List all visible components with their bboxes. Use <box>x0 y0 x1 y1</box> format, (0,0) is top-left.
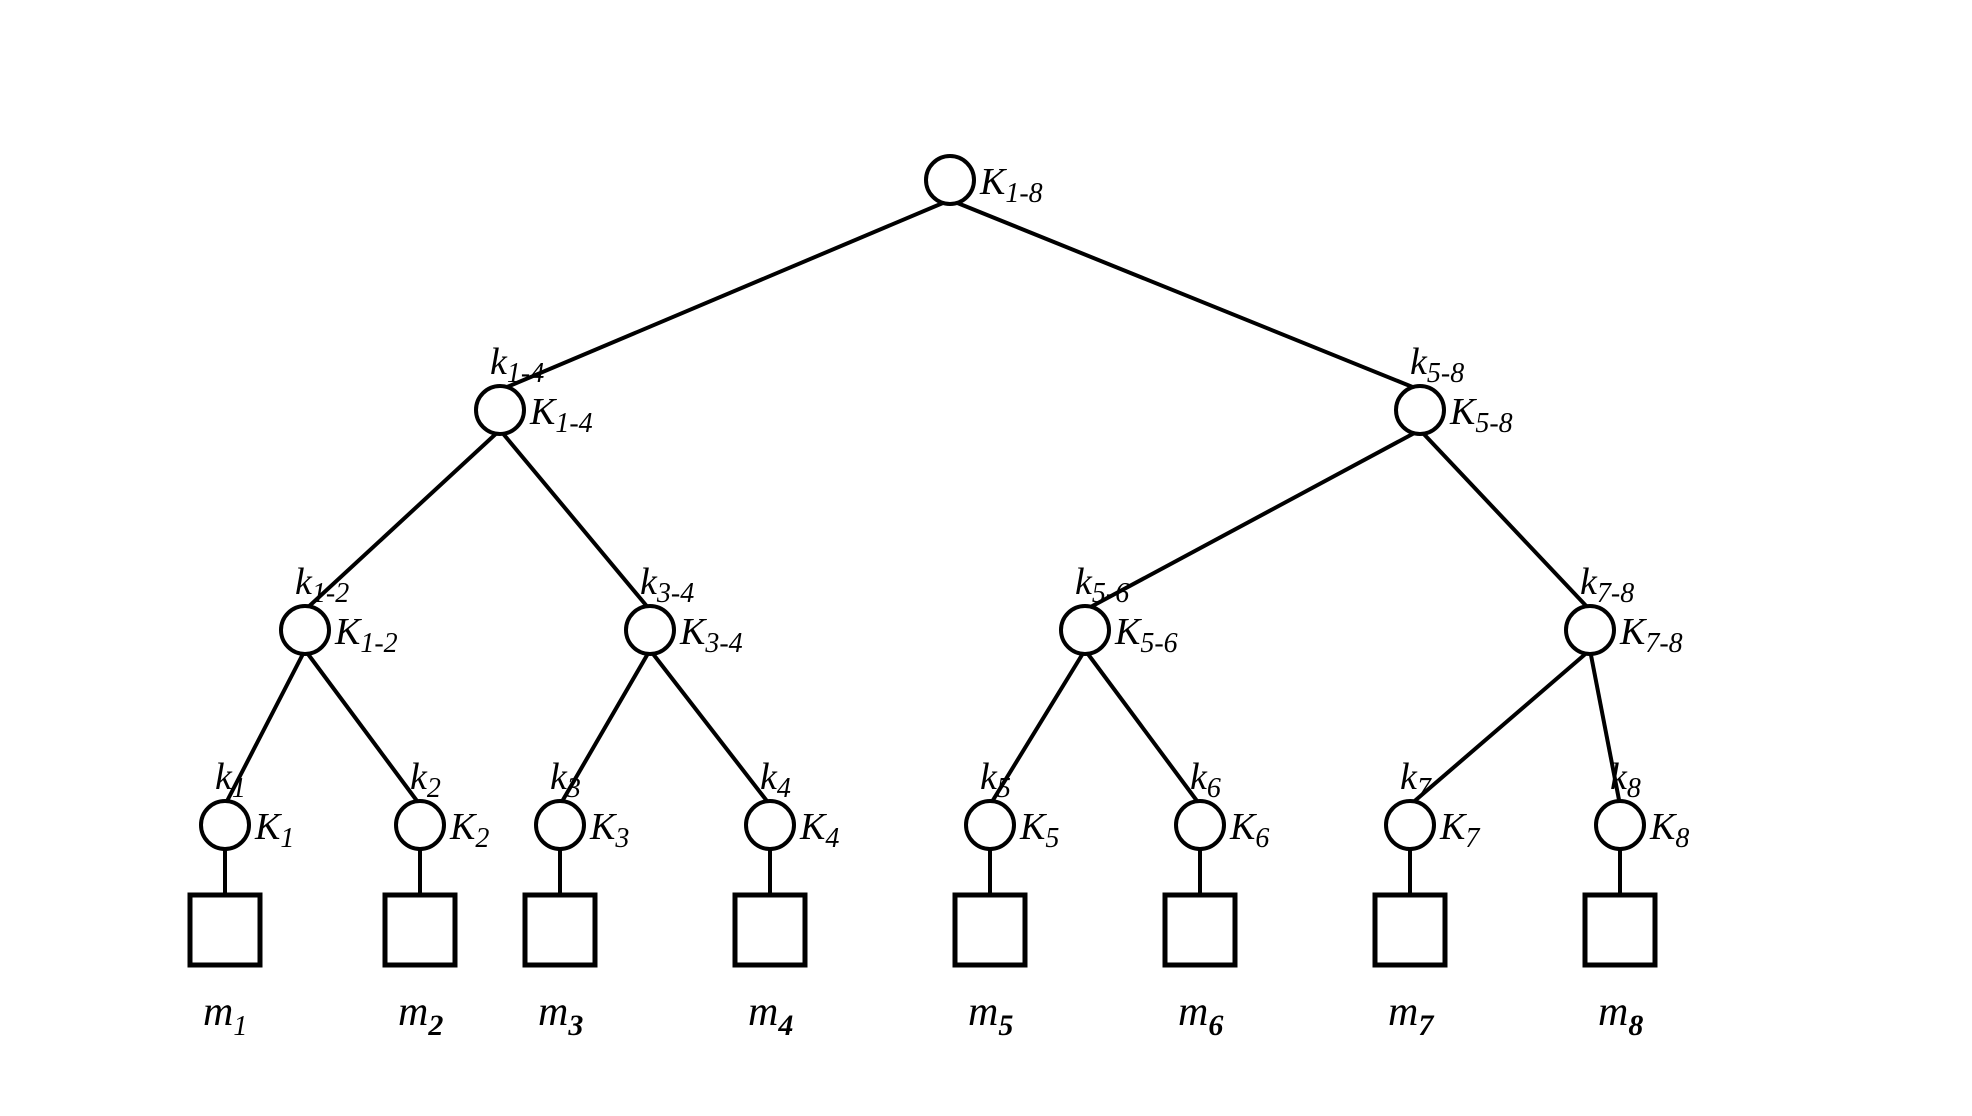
level4-node-right-label: K4 <box>799 806 839 854</box>
root-node <box>926 156 974 204</box>
leaf-node <box>525 895 595 965</box>
leaf-node <box>190 895 260 965</box>
leaf-node <box>385 895 455 965</box>
level4-node <box>1176 801 1224 849</box>
level3-node-right-label: K5-6 <box>1114 611 1178 659</box>
leaf-node <box>1165 895 1235 965</box>
edge <box>650 650 770 805</box>
level3-node-top-label: k5-6 <box>1075 561 1129 609</box>
level4-node <box>536 801 584 849</box>
level4-node <box>1386 801 1434 849</box>
edge <box>1410 650 1590 805</box>
leaf-label: m5 <box>968 989 1013 1042</box>
level4-node-right-label: K5 <box>1019 806 1059 854</box>
level3-node-top-label: k1-2 <box>295 561 349 609</box>
level2-node-right-label: K5-8 <box>1449 391 1513 439</box>
edge <box>1420 430 1590 610</box>
level4-node-right-label: K3 <box>589 806 629 854</box>
level4-node <box>396 801 444 849</box>
level3-node <box>1061 606 1109 654</box>
level3-node-top-label: k3-4 <box>640 561 694 609</box>
leaf-node <box>955 895 1025 965</box>
level4-node-top-label: k8 <box>1610 756 1641 804</box>
level4-node-right-label: K8 <box>1649 806 1689 854</box>
tree-diagram: K1-8 k1-4K1-4 k5-8K5-8 k1-2K1-2 k3-4K3-4 k5-6… <box>0 0 1972 1116</box>
level3-node-top-label: k7-8 <box>1580 561 1634 609</box>
level3-node <box>1566 606 1614 654</box>
edge <box>1085 430 1420 610</box>
edge <box>1085 650 1200 805</box>
level4-node <box>201 801 249 849</box>
level4-node <box>966 801 1014 849</box>
leaf-label: m7 <box>1388 989 1434 1042</box>
level3-node-right-label: K3-4 <box>679 611 743 659</box>
level4-node-top-label: k3 <box>550 756 581 804</box>
leaf-node <box>1585 895 1655 965</box>
level4-node-right-label: K1 <box>254 806 294 854</box>
level4-node-right-label: K2 <box>449 806 489 854</box>
level3-node <box>626 606 674 654</box>
level2-node-top-label: k5-8 <box>1410 341 1464 389</box>
level2-node-top-label: k1-4 <box>490 341 544 389</box>
leaf-label: m6 <box>1178 989 1223 1042</box>
level3-node-right-label: K1-2 <box>334 611 398 659</box>
level4-node <box>1596 801 1644 849</box>
edge <box>950 200 1420 390</box>
leaf-label: m2 <box>398 989 443 1042</box>
level2-node <box>1396 386 1444 434</box>
level2-node-right-label: K1-4 <box>529 391 593 439</box>
edge <box>500 200 950 390</box>
level4-node-top-label: k5 <box>980 756 1011 804</box>
level4-node-top-label: k1 <box>215 756 246 804</box>
level4-node <box>746 801 794 849</box>
leaf-label: m4 <box>748 989 793 1042</box>
level4-node-top-label: k7 <box>1400 756 1432 804</box>
level4-node-top-label: k6 <box>1190 756 1221 804</box>
edge <box>500 430 650 610</box>
level4-node-right-label: K6 <box>1229 806 1269 854</box>
leaf-label: m8 <box>1598 989 1643 1042</box>
leaf-label: m1 <box>203 989 247 1042</box>
leaf-node <box>1375 895 1445 965</box>
level4-node-top-label: k4 <box>760 756 791 804</box>
level2-node <box>476 386 524 434</box>
edge <box>305 650 420 805</box>
root-node-right-label: K1-8 <box>979 161 1043 209</box>
level3-node-right-label: K7-8 <box>1619 611 1683 659</box>
level4-node-right-label: K7 <box>1439 806 1480 854</box>
leaf-node <box>735 895 805 965</box>
level3-node <box>281 606 329 654</box>
leaf-label: m3 <box>538 989 583 1042</box>
level4-node-top-label: k2 <box>410 756 441 804</box>
